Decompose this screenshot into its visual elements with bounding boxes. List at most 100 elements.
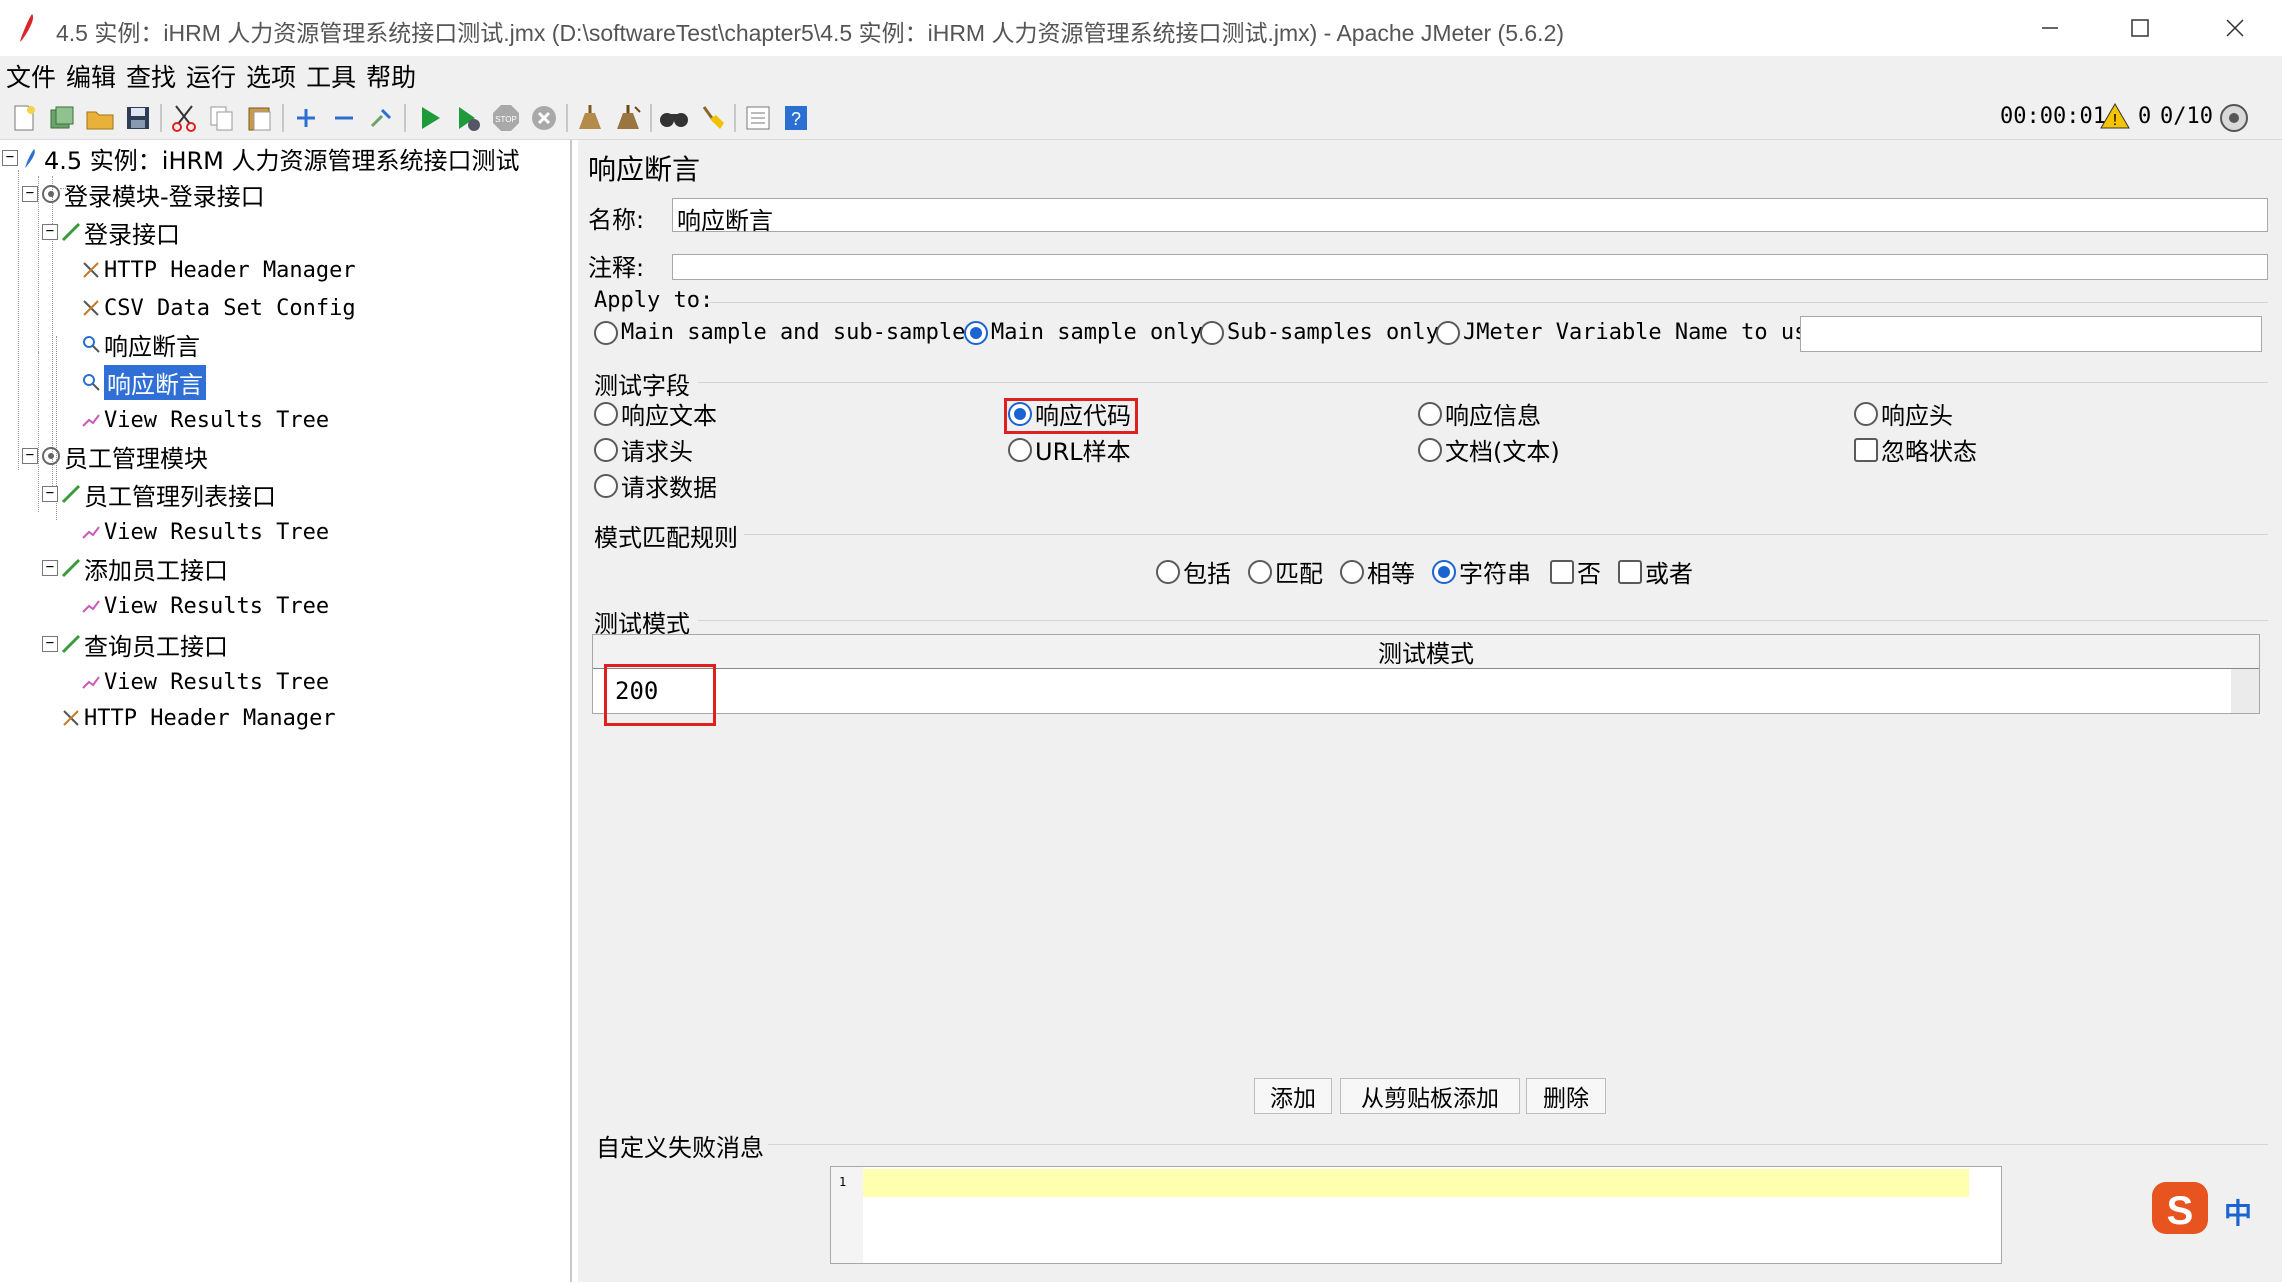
collapse-toggle[interactable]: − (42, 560, 58, 576)
collapse-toggle[interactable]: − (22, 448, 38, 464)
field-request-data-radio[interactable]: 请求数据 (594, 468, 717, 503)
apply-main-only-radio[interactable]: Main sample only (964, 320, 1203, 345)
apply-variable-radio[interactable]: JMeter Variable Name to use (1436, 320, 1821, 345)
radio-button[interactable] (594, 320, 618, 345)
warning-icon[interactable]: ! (2100, 102, 2130, 130)
tree-node-emp-list-results[interactable]: View Results Tree (80, 514, 329, 550)
tree-node-emp-query[interactable]: − 查询员工接口 (42, 626, 228, 662)
rule-matches-radio[interactable]: 匹配 (1248, 554, 1323, 589)
radio-button[interactable] (1156, 559, 1180, 584)
apply-sub-only-radio[interactable]: Sub-samples only (1200, 320, 1439, 345)
comment-field[interactable] (672, 254, 2268, 280)
radio-button-selected[interactable] (1432, 559, 1456, 584)
function-helper-button[interactable] (742, 102, 774, 134)
search-button[interactable] (658, 102, 690, 134)
tree-node-emp-list[interactable]: − 员工管理列表接口 (42, 476, 276, 512)
radio-button[interactable] (594, 437, 618, 462)
menu-options[interactable]: 选项 (246, 58, 296, 94)
copy-button[interactable] (206, 102, 238, 134)
new-button[interactable] (8, 102, 40, 134)
pattern-row-value[interactable]: 200 (615, 677, 658, 705)
tree-node-login-sampler[interactable]: − 登录接口 (42, 214, 180, 250)
field-url-sampled-radio[interactable]: URL样本 (1008, 432, 1131, 467)
radio-button[interactable] (1340, 559, 1364, 584)
collapse-toggle[interactable]: − (42, 224, 58, 240)
tree-node-emp-group[interactable]: − 员工管理模块 (22, 438, 208, 474)
add-button[interactable]: 添加 (1254, 1078, 1332, 1114)
menu-edit[interactable]: 编辑 (66, 58, 116, 94)
menu-run[interactable]: 运行 (186, 58, 236, 94)
field-response-message-radio[interactable]: 响应信息 (1418, 396, 1541, 431)
collapse-toggle[interactable]: − (42, 636, 58, 652)
menu-tools[interactable]: 工具 (306, 58, 356, 94)
radio-button[interactable] (594, 401, 618, 426)
ime-toolbar[interactable]: S 中 (2148, 1178, 2282, 1238)
rule-equals-radio[interactable]: 相等 (1340, 554, 1415, 589)
tree-node-login-group[interactable]: − 登录模块-登录接口 (22, 176, 265, 212)
collapse-all-button[interactable] (328, 102, 360, 134)
menu-search[interactable]: 查找 (126, 58, 176, 94)
radio-button[interactable] (1008, 437, 1032, 462)
delete-button[interactable]: 删除 (1526, 1078, 1606, 1114)
add-from-clipboard-button[interactable]: 从剪贴板添加 (1340, 1078, 1520, 1114)
radio-button-selected[interactable] (964, 320, 988, 345)
tree-node-emp-header-manager[interactable]: HTTP Header Manager (60, 700, 336, 736)
radio-button[interactable] (1418, 437, 1442, 462)
maximize-button[interactable] (2095, 0, 2185, 56)
field-response-headers-radio[interactable]: 响应头 (1854, 396, 1953, 431)
paste-button[interactable] (244, 102, 276, 134)
toggle-button[interactable] (366, 102, 398, 134)
shutdown-button[interactable] (528, 102, 560, 134)
tree-node-emp-add[interactable]: − 添加员工接口 (42, 550, 228, 586)
rule-substring-radio[interactable]: 字符串 (1432, 554, 1531, 589)
collapse-toggle[interactable]: − (42, 486, 58, 502)
radio-button[interactable] (594, 473, 618, 498)
field-document-radio[interactable]: 文档(文本) (1418, 432, 1560, 467)
field-response-code-radio[interactable]: 响应代码 (1008, 396, 1131, 431)
patterns-column-header[interactable]: 测试模式 (593, 635, 2259, 669)
ignore-status-checkbox[interactable]: 忽略状态 (1854, 432, 1977, 467)
expand-all-button[interactable] (290, 102, 322, 134)
clear-all-button[interactable] (612, 102, 644, 134)
checkbox[interactable] (1618, 559, 1642, 584)
start-button[interactable] (414, 102, 446, 134)
start-no-pauses-button[interactable] (452, 102, 484, 134)
editor-current-line[interactable] (863, 1169, 1969, 1197)
collapse-toggle[interactable]: − (22, 186, 38, 202)
templates-button[interactable] (46, 102, 78, 134)
radio-button-selected[interactable] (1008, 401, 1032, 426)
radio-button[interactable] (1418, 401, 1442, 426)
radio-button[interactable] (1854, 401, 1878, 426)
reset-search-button[interactable] (696, 102, 728, 134)
radio-button[interactable] (1200, 320, 1224, 345)
radio-button[interactable] (1248, 559, 1272, 584)
field-response-text-radio[interactable]: 响应文本 (594, 396, 717, 431)
menu-file[interactable]: 文件 (6, 58, 56, 94)
rule-or-checkbox[interactable]: 或者 (1618, 554, 1693, 589)
tree-node-assertion-1[interactable]: 响应断言 (80, 326, 200, 362)
custom-message-editor[interactable]: 1 (830, 1166, 2002, 1264)
tree-node-assertion-2-selected[interactable]: 响应断言 (80, 364, 206, 400)
tree-node-csv-config[interactable]: CSV Data Set Config (80, 290, 356, 326)
open-button[interactable] (84, 102, 116, 134)
rule-not-checkbox[interactable]: 否 (1550, 554, 1601, 589)
variable-name-field[interactable] (1800, 316, 2262, 352)
collapse-toggle[interactable]: − (2, 150, 18, 166)
radio-button[interactable] (1436, 320, 1460, 345)
tree-node-test-plan[interactable]: − 4.5 实例：iHRM 人力资源管理系统接口测试 (2, 140, 520, 176)
stop-button[interactable]: STOP (490, 102, 522, 134)
menu-help[interactable]: 帮助 (366, 58, 416, 94)
cut-button[interactable] (168, 102, 200, 134)
tree-node-emp-query-results[interactable]: View Results Tree (80, 664, 329, 700)
apply-main-and-sub-radio[interactable]: Main sample and sub-samples (594, 320, 979, 345)
name-field[interactable]: 响应断言 (672, 198, 2268, 235)
minimize-button[interactable] (2005, 0, 2095, 56)
rule-contains-radio[interactable]: 包括 (1156, 554, 1231, 589)
close-button[interactable] (2190, 0, 2280, 56)
tree-node-emp-add-results[interactable]: View Results Tree (80, 588, 329, 624)
patterns-table[interactable]: 测试模式 200 (592, 634, 2260, 714)
table-scrollbar[interactable] (2231, 669, 2259, 713)
checkbox[interactable] (1854, 437, 1878, 462)
tree-node-header-manager[interactable]: HTTP Header Manager (80, 252, 356, 288)
checkbox[interactable] (1550, 559, 1574, 584)
